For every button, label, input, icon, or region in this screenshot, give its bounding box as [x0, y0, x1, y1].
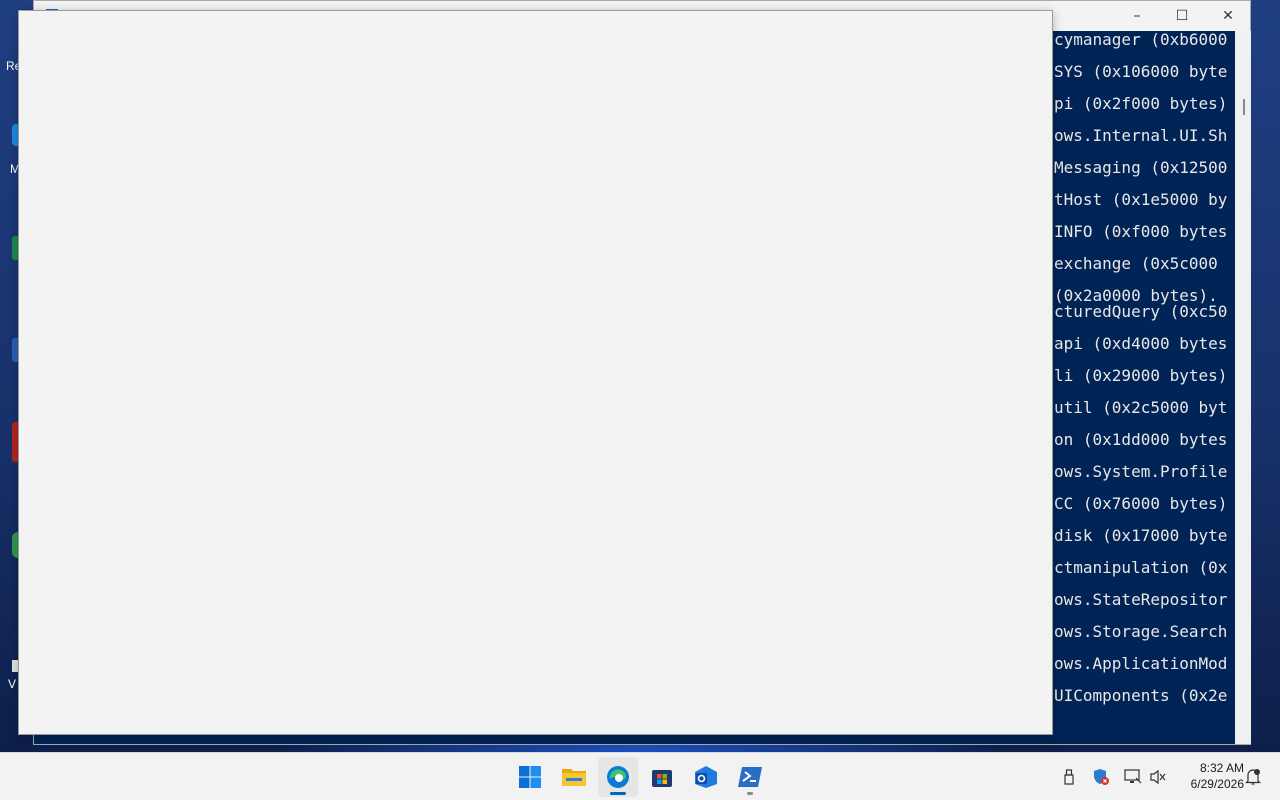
usb-icon[interactable]: [1059, 767, 1079, 787]
close-icon: ✕: [1222, 8, 1234, 24]
terminal-line: tHost (0x1e5000 by: [1054, 190, 1228, 209]
notification-icon[interactable]: [1243, 767, 1263, 787]
terminal-line: ows.Internal.UI.Sh: [1054, 126, 1228, 145]
terminal-line: util (0x2c5000 byt: [1054, 398, 1228, 417]
security-alert-icon[interactable]: [1091, 767, 1111, 787]
minimize-icon: –: [1133, 8, 1141, 24]
maximize-button[interactable]: ☐: [1159, 1, 1205, 31]
start-button[interactable]: [510, 757, 550, 797]
powershell-button[interactable]: [730, 757, 770, 797]
close-button[interactable]: ✕: [1205, 1, 1251, 31]
maximize-icon: ☐: [1175, 8, 1189, 24]
active-app-indicator: [610, 792, 626, 795]
blank-app-window[interactable]: [18, 10, 1053, 735]
terminal-line: ows.StateRepositor: [1054, 590, 1228, 609]
terminal-line: ctmanipulation (0x: [1054, 558, 1228, 577]
windows-logo-icon: [519, 766, 541, 788]
terminal-line: api (0xd4000 bytes: [1054, 334, 1228, 353]
terminal-scrollbar[interactable]: [1235, 31, 1251, 744]
terminal-output[interactable]: cymanager (0xb6000 SYS (0x106000 byte pi…: [1053, 31, 1235, 743]
terminal-line: CC (0x76000 bytes): [1054, 494, 1228, 513]
terminal-line: li (0x29000 bytes): [1054, 366, 1228, 385]
volume-muted-icon[interactable]: [1148, 767, 1168, 787]
taskbar-clock[interactable]: 8:32 AM 6/29/2026: [1174, 760, 1244, 792]
desktop: Re M V – ☐ ✕ cymanager (0xb6000 SYS (0x1…: [0, 0, 1280, 752]
terminal-line: disk (0x17000 byte: [1054, 526, 1228, 545]
edge-icon: [607, 766, 629, 788]
store-button[interactable]: [642, 757, 682, 797]
outlook-button[interactable]: [686, 757, 726, 797]
terminal-line: on (0x1dd000 bytes: [1054, 430, 1228, 449]
store-icon: [652, 770, 672, 787]
scrollbar-thumb[interactable]: [1243, 99, 1245, 115]
edge-button[interactable]: [598, 757, 638, 797]
taskbar: 8:32 AM 6/29/2026: [0, 752, 1280, 800]
clock-date: 6/29/2026: [1190, 777, 1244, 791]
terminal-line: ows.Storage.Search: [1054, 622, 1228, 641]
minimize-button[interactable]: –: [1114, 1, 1160, 31]
desktop-icon-label[interactable]: V: [8, 677, 16, 691]
terminal-line: ows.ApplicationMod: [1054, 654, 1228, 673]
powershell-icon: [738, 767, 762, 787]
terminal-line: cymanager (0xb6000: [1054, 31, 1228, 49]
terminal-line: UIComponents (0x2e: [1054, 686, 1228, 705]
running-app-indicator: [747, 792, 753, 795]
terminal-line: Messaging (0x12500: [1054, 158, 1228, 177]
terminal-line: cturedQuery (0xc50: [1054, 302, 1228, 321]
terminal-line: ows.System.Profile: [1054, 462, 1228, 481]
terminal-line: pi (0x2f000 bytes): [1054, 94, 1228, 113]
terminal-line: exchange (0x5c000: [1054, 254, 1218, 273]
folder-icon: [562, 769, 586, 786]
file-explorer-button[interactable]: [554, 757, 594, 797]
outlook-icon: [695, 766, 717, 788]
terminal-line: SYS (0x106000 byte: [1054, 62, 1228, 81]
network-icon[interactable]: [1123, 767, 1143, 787]
terminal-line: INFO (0xf000 bytes: [1054, 222, 1228, 241]
clock-time: 8:32 AM: [1199, 761, 1244, 775]
